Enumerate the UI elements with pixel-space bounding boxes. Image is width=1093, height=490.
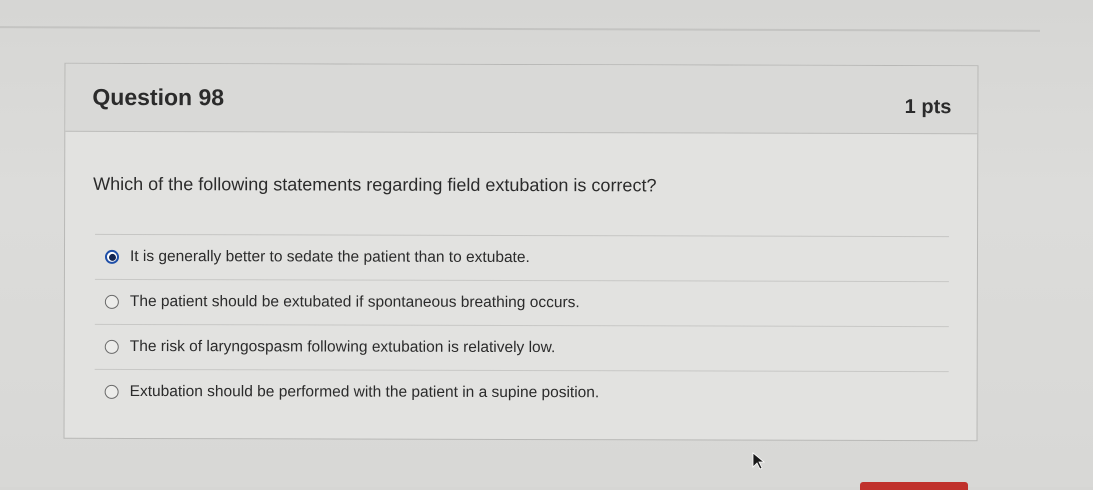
radio-button[interactable]: [104, 294, 119, 309]
answer-label: Extubation should be performed with the …: [129, 382, 600, 402]
answer-list: It is generally better to sedate the pat…: [94, 234, 950, 416]
answer-label: It is generally better to sedate the pat…: [129, 247, 530, 267]
question-points: 1 pts: [904, 96, 952, 119]
question-card: Question 98 1 pts Which of the following…: [63, 62, 979, 442]
answer-option-4[interactable]: Extubation should be performed with the …: [95, 370, 949, 416]
answer-option-1[interactable]: It is generally better to sedate the pat…: [94, 234, 950, 283]
answer-label: The patient should be extubated if spont…: [129, 292, 580, 312]
top-divider: [0, 26, 1041, 32]
mouse-pointer-icon: [752, 452, 766, 470]
question-header: Question 98 1 pts: [65, 63, 978, 135]
next-button-partial[interactable]: [860, 482, 968, 490]
radio-button-selected[interactable]: [104, 249, 120, 264]
answer-option-3[interactable]: The risk of laryngospasm following extub…: [94, 324, 949, 373]
radio-button[interactable]: [104, 384, 119, 399]
question-text: Which of the following statements regard…: [93, 173, 657, 196]
answer-label: The risk of laryngospasm following extub…: [129, 337, 556, 357]
answer-option-2[interactable]: The patient should be extubated if spont…: [94, 279, 949, 328]
radio-button[interactable]: [104, 339, 119, 354]
question-title: Question 98: [92, 83, 225, 111]
